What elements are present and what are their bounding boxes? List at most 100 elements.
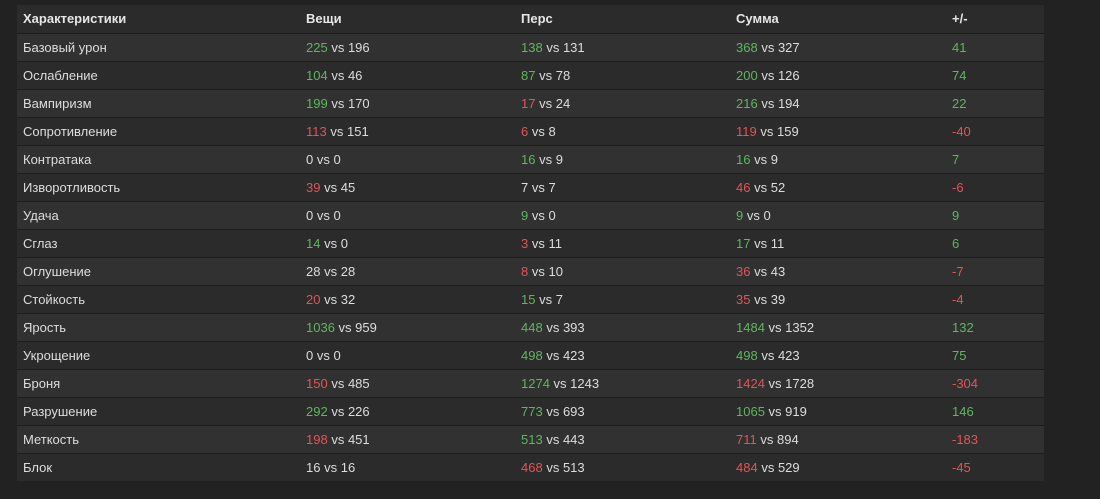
sum-compare-value: 894: [776, 431, 799, 447]
vs-label: vs: [768, 375, 782, 391]
vs-label: vs: [746, 207, 760, 223]
pers-compare-value: 443: [562, 431, 585, 447]
vs-label: vs: [531, 207, 545, 223]
table-body: Базовый урон 225 vs 196 138 vs 131 368 vs 3…: [17, 33, 1044, 481]
vs-label: vs: [768, 319, 782, 335]
pers-value: 468: [521, 459, 543, 475]
cell-sum: 484 vs 529: [730, 453, 946, 481]
table-row: Оглушение 28 vs 28 8 vs 10 36 vs 43 -7: [17, 257, 1044, 285]
items-compare-value: 451: [347, 431, 370, 447]
vs-label: vs: [331, 67, 345, 83]
pers-compare-value: 131: [562, 39, 585, 55]
table-row: Базовый урон 225 vs 196 138 vs 131 368 vs 3…: [17, 33, 1044, 61]
cell-sum: 46 vs 52: [730, 173, 946, 201]
vs-label: vs: [754, 151, 768, 167]
stat-name: Разрушение: [23, 403, 98, 419]
pers-compare-value: 8: [548, 123, 556, 139]
vs-label: vs: [553, 375, 567, 391]
items-value: 28: [306, 263, 321, 279]
items-compare-value: 170: [347, 95, 370, 111]
pers-compare-value: 24: [555, 95, 571, 111]
table-row: Удача 0 vs 09 vs 09 vs 09: [17, 201, 1044, 229]
pers-compare-value: 11: [548, 235, 562, 251]
pers-compare-value: 78: [555, 67, 571, 83]
vs-label: vs: [546, 459, 560, 475]
cell-pers: 773 vs 693: [515, 397, 730, 425]
table-row: Меткость 198 vs 451 513 vs 443 711 vs 894 -1…: [17, 425, 1044, 453]
vs-label: vs: [754, 179, 768, 195]
vs-label: vs: [754, 235, 768, 251]
cell-items: 113 vs 151: [300, 117, 515, 145]
stat-name: Вампиризм: [23, 95, 92, 111]
cell-items: 225 vs 196: [300, 33, 515, 61]
vs-label: vs: [324, 459, 338, 475]
diff-value: 75: [952, 347, 967, 363]
table-row: Контратака 0 vs 0 16 vs 9 16 vs 97: [17, 145, 1044, 173]
cell-items: 1036 vs 959: [300, 313, 515, 341]
vs-label: vs: [531, 179, 545, 195]
header-total[interactable]: Сумма: [730, 5, 946, 34]
table-row: Сопротивление 113 vs 151 6 vs 8 119 vs 159-…: [17, 117, 1044, 145]
pers-value: 17: [521, 95, 536, 111]
items-compare-value: 0: [333, 347, 341, 363]
cell-sum: 17 vs 11: [730, 229, 946, 257]
vs-label: vs: [760, 431, 774, 447]
vs-label: vs: [760, 123, 774, 139]
pers-value: 448: [521, 319, 543, 335]
pers-compare-value: 693: [562, 403, 585, 419]
items-value: 198: [306, 431, 328, 447]
items-compare-value: 28: [340, 263, 356, 279]
sum-compare-value: 43: [770, 263, 786, 279]
pers-compare-value: 10: [548, 263, 563, 279]
cell-items: 292 vs 226: [300, 397, 515, 425]
pers-value: 138: [521, 39, 543, 55]
sum-value: 484: [736, 459, 758, 475]
table-header: Характеристики Вещи Перс Сумма +/-: [17, 5, 1044, 34]
stats-comparison-table: Характеристики Вещи Перс Сумма +/- Базов…: [17, 5, 1044, 481]
stat-name: Стойкость: [23, 291, 85, 307]
cell-items: 0 vs 0: [300, 341, 515, 369]
vs-label: vs: [546, 347, 560, 363]
diff-value: 6: [952, 235, 960, 251]
cell-items: 16 vs 16: [300, 453, 515, 481]
header-character[interactable]: Перс: [515, 5, 730, 34]
cell-items: 20 vs 32: [300, 285, 515, 313]
vs-label: vs: [531, 123, 545, 139]
cell-sum: 368 vs 327: [730, 33, 946, 61]
cell-sum: 711 vs 894: [730, 425, 946, 453]
pers-value: 16: [521, 151, 536, 167]
pers-value: 87: [521, 67, 536, 83]
pers-value: 3: [521, 235, 529, 251]
stat-name: Ослабление: [23, 67, 98, 83]
vs-label: vs: [324, 291, 338, 307]
pers-compare-value: 423: [562, 347, 585, 363]
header-characteristics[interactable]: Характеристики: [17, 5, 300, 34]
sum-value: 216: [736, 95, 758, 111]
vs-label: vs: [330, 123, 344, 139]
pers-compare-value: 7: [548, 179, 556, 195]
cell-items: 28 vs 28: [300, 257, 515, 285]
table-row: Стойкость 20 vs 32 15 vs 7 35 vs 39 -4: [17, 285, 1044, 313]
pers-compare-value: 9: [555, 151, 563, 167]
sum-value: 1424: [736, 375, 765, 391]
pers-value: 7: [521, 179, 529, 195]
sum-compare-value: 11: [770, 235, 785, 251]
header-diff[interactable]: +/-: [946, 5, 1044, 34]
table-row: Сглаз 14 vs 03 vs 11 17 vs 11 6: [17, 229, 1044, 257]
pers-value: 1274: [521, 375, 550, 391]
diff-value: -40: [952, 123, 971, 139]
diff-value: 132: [952, 319, 974, 335]
vs-label: vs: [324, 179, 338, 195]
cell-items: 198 vs 451: [300, 425, 515, 453]
vs-label: vs: [539, 67, 553, 83]
cell-pers: 6 vs 8: [515, 117, 730, 145]
cell-sum: 498 vs 423: [730, 341, 946, 369]
items-compare-value: 16: [340, 459, 356, 475]
items-value: 1036: [306, 319, 335, 335]
vs-label: vs: [761, 347, 775, 363]
header-items[interactable]: Вещи: [300, 5, 515, 34]
items-value: 0: [306, 207, 314, 223]
items-value: 0: [306, 347, 314, 363]
sum-value: 17: [736, 235, 751, 251]
items-value: 14: [306, 235, 321, 251]
